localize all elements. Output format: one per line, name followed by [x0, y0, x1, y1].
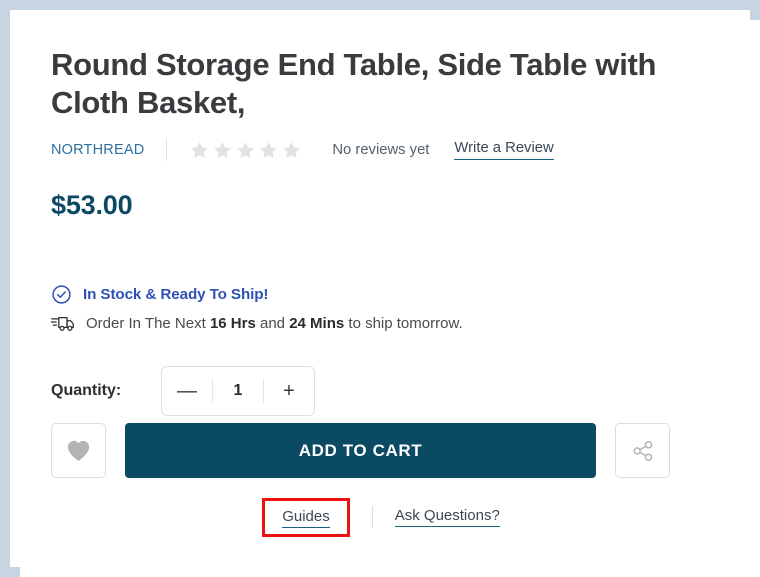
- add-to-cart-button[interactable]: ADD TO CART: [125, 423, 596, 478]
- quantity-row: Quantity: — 1 +: [51, 366, 315, 416]
- star-icon: [191, 141, 209, 158]
- purchase-actions-row: ADD TO CART: [51, 423, 670, 478]
- status-badge: In Stock & Ready To Ship!: [83, 286, 269, 303]
- quantity-stepper[interactable]: — 1 +: [161, 366, 315, 416]
- page-title: Round Storage End Table, Side Table with…: [51, 47, 657, 120]
- quantity-increase-button[interactable]: +: [264, 367, 314, 415]
- star-icon: [283, 141, 301, 158]
- shipping-countdown-row: Order In The Next 16 Hrs and 24 Mins to …: [51, 314, 463, 333]
- meta-divider: [166, 139, 168, 161]
- page-frame: Round Storage End Table, Side Table with…: [0, 0, 760, 577]
- delivery-truck-icon: [51, 317, 74, 331]
- product-price: $53.00: [51, 190, 133, 220]
- add-to-wishlist-button[interactable]: [51, 423, 106, 478]
- stock-status-row: In Stock & Ready To Ship!: [51, 284, 269, 305]
- footer-links-row: Guides Ask Questions?: [51, 497, 711, 537]
- shipping-mid: and: [255, 315, 290, 332]
- guides-highlight-box: Guides: [262, 497, 350, 537]
- quantity-value[interactable]: 1: [213, 367, 263, 415]
- product-detail-panel: Round Storage End Table, Side Table with…: [20, 20, 760, 577]
- rating-stars[interactable]: [189, 140, 302, 161]
- quantity-decrease-button[interactable]: —: [162, 367, 212, 415]
- star-icon: [214, 141, 232, 158]
- quantity-label: Quantity:: [51, 382, 122, 399]
- check-circle-icon: [52, 285, 71, 304]
- guides-link[interactable]: Guides: [282, 508, 330, 528]
- shipping-minutes: 24 Mins: [289, 315, 345, 332]
- heart-icon: [67, 440, 90, 461]
- ask-questions-link[interactable]: Ask Questions?: [394, 507, 500, 527]
- product-meta-row: NORTHREAD No reviews yet Write a Review: [51, 137, 554, 163]
- write-review-link[interactable]: Write a Review: [454, 140, 554, 160]
- shipping-hours: 16 Hrs: [209, 315, 256, 332]
- star-icon: [260, 141, 278, 158]
- star-icon: [237, 141, 255, 158]
- share-icon: [632, 440, 652, 461]
- shipping-prefix: Order In The Next: [86, 315, 210, 332]
- footer-divider: [371, 506, 373, 528]
- shipping-countdown-text: Order In The Next 16 Hrs and 24 Mins to …: [86, 315, 463, 332]
- shipping-suffix: to ship tomorrow.: [344, 315, 463, 332]
- share-button[interactable]: [615, 423, 670, 478]
- reviews-count-label: No reviews yet: [332, 142, 430, 158]
- brand-link[interactable]: NORTHREAD: [51, 142, 144, 158]
